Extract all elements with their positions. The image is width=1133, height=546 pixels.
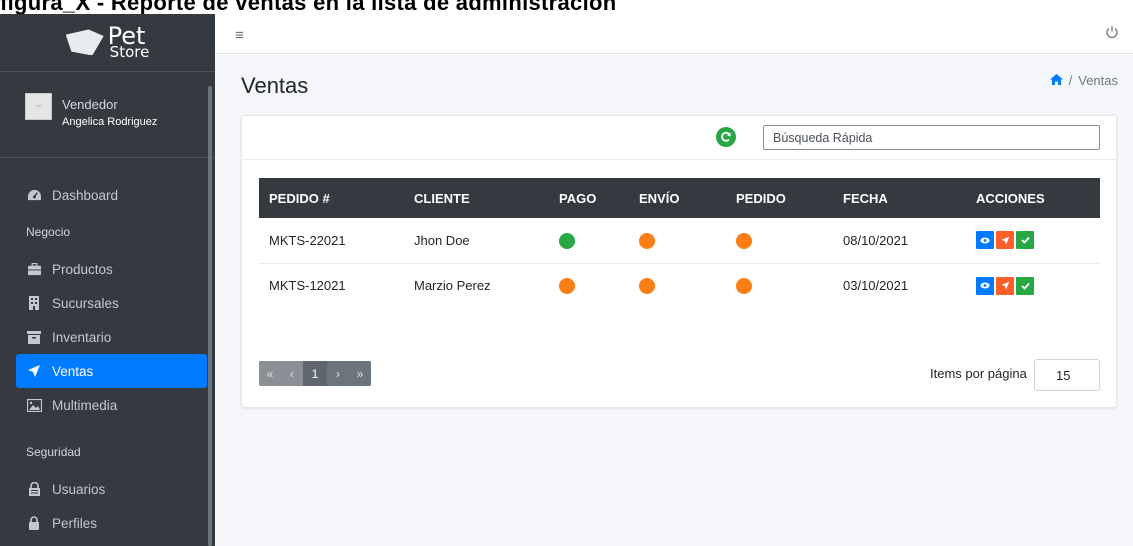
building-icon	[26, 296, 42, 310]
table-row[interactable]: MKTS-22021 Jhon Doe 08/10/2021	[259, 218, 1100, 264]
brand-line2: Store	[109, 43, 150, 62]
eye-icon	[980, 237, 990, 244]
column-header-cliente[interactable]: CLIENTE	[404, 178, 549, 218]
sidebar-item-label: Sucursales	[52, 295, 119, 311]
sidebar-item-label: Productos	[52, 261, 113, 277]
sales-card: PEDIDO # CLIENTE PAGO ENVÍO PEDIDO FECHA…	[241, 115, 1117, 408]
shipping-status-dot	[639, 232, 655, 249]
order-date: 08/10/2021	[833, 218, 966, 264]
column-header-pedido-num[interactable]: PEDIDO #	[259, 178, 404, 218]
approve-button[interactable]	[1016, 276, 1034, 295]
view-button[interactable]	[976, 231, 994, 250]
sidebar-nav: Dashboard Negocio Productos Sucursales I…	[0, 158, 215, 540]
ship-button[interactable]	[996, 231, 1014, 250]
user-panel: ▫▫ Vendedor Angelica Rodriguez	[0, 72, 215, 158]
user-name: Angelica Rodriguez	[62, 116, 158, 128]
current-page-button[interactable]: 1	[303, 361, 327, 386]
menu-toggle-icon[interactable]: ≡	[235, 27, 244, 44]
order-status-dot	[736, 232, 752, 249]
send-icon	[1001, 236, 1009, 245]
user-role[interactable]: Vendedor	[62, 97, 157, 112]
column-header-envio[interactable]: ENVÍO	[629, 178, 726, 218]
avatar[interactable]: ▫▫	[25, 93, 52, 120]
sidebar: Pet Store ▫▫ Vendedor Angelica Rodriguez…	[0, 14, 215, 546]
breadcrumb-current: Ventas	[1078, 73, 1118, 88]
client-name: Marzio Perez	[414, 278, 491, 294]
sidebar-item-label: Dashboard	[52, 187, 119, 203]
lock-icon	[26, 516, 42, 530]
refresh-icon[interactable]	[716, 127, 736, 147]
sidebar-item-label: Perfiles	[52, 515, 98, 531]
page-title: Ventas	[241, 73, 309, 98]
order-status-dot	[736, 278, 752, 295]
column-header-pedido[interactable]: PEDIDO	[726, 178, 833, 218]
column-header-acciones[interactable]: ACCIONES	[966, 178, 1100, 218]
items-per-page-label: Items por página	[930, 366, 1027, 381]
nav-header-seguridad: Seguridad	[26, 445, 81, 459]
column-header-fecha[interactable]: FECHA	[833, 178, 966, 218]
sidebar-item-label: Ventas	[52, 363, 94, 379]
order-number: MKTS-22021	[259, 218, 404, 264]
figure-caption: figura_X - Reporte de ventas en la lista…	[0, 0, 1133, 14]
figure-caption-text: figura_X - Reporte de ventas en la lista…	[0, 0, 617, 14]
order-date: 03/10/2021	[843, 278, 909, 294]
sales-table: PEDIDO # CLIENTE PAGO ENVÍO PEDIDO FECHA…	[259, 178, 1100, 308]
image-icon	[26, 398, 42, 412]
prev-page-button[interactable]: ‹	[281, 361, 303, 386]
eye-icon	[980, 282, 990, 289]
brand-logo[interactable]: Pet Store	[0, 14, 215, 72]
sidebar-item-label: Multimedia	[52, 397, 118, 413]
home-icon[interactable]	[1049, 73, 1063, 88]
main-content: Ventas / Ventas PEDIDO # CLIENTE PAGO EN…	[215, 55, 1133, 546]
view-button[interactable]	[976, 276, 994, 295]
items-per-page-input[interactable]: 15	[1034, 359, 1100, 391]
users-lock-icon	[26, 482, 42, 496]
topbar: ≡	[215, 14, 1133, 54]
sidebar-item-ventas[interactable]: Ventas	[16, 354, 207, 388]
sidebar-item-inventario[interactable]: Inventario	[16, 320, 207, 354]
first-page-button[interactable]: «	[259, 361, 281, 386]
card-header	[242, 116, 1116, 160]
breadcrumb: / Ventas	[1049, 73, 1118, 88]
payment-status-dot	[559, 232, 575, 249]
send-icon	[1001, 281, 1009, 290]
nav-header-negocio: Negocio	[26, 225, 71, 239]
sidebar-item-usuarios[interactable]: Usuarios	[16, 472, 207, 506]
sidebar-item-sucursales[interactable]: Sucursales	[16, 286, 207, 320]
order-number: MKTS-12021	[269, 278, 346, 294]
shipping-status-dot	[639, 278, 655, 295]
column-header-pago[interactable]: PAGO	[549, 178, 629, 218]
table-header-row: PEDIDO # CLIENTE PAGO ENVÍO PEDIDO FECHA…	[259, 178, 1100, 218]
send-icon	[26, 364, 42, 378]
last-page-button[interactable]: »	[349, 361, 371, 386]
sidebar-item-label: Inventario	[52, 329, 112, 345]
pagination: « ‹ 1 › »	[259, 361, 371, 386]
sidebar-item-perfiles[interactable]: Perfiles	[16, 506, 207, 540]
sidebar-item-productos[interactable]: Productos	[16, 252, 207, 286]
power-icon[interactable]	[1105, 25, 1119, 39]
check-icon	[1020, 237, 1030, 245]
archive-icon	[26, 330, 42, 344]
approve-button[interactable]	[1016, 231, 1034, 250]
check-icon	[1020, 282, 1030, 290]
next-page-button[interactable]: ›	[327, 361, 349, 386]
breadcrumb-separator: /	[1068, 73, 1073, 88]
dashboard-icon	[26, 188, 42, 202]
table-row[interactable]: MKTS-12021 Marzio Perez 03/10/2021	[259, 263, 1100, 308]
sidebar-item-multimedia[interactable]: Multimedia	[16, 388, 207, 422]
payment-status-dot	[559, 278, 575, 295]
sidebar-item-dashboard[interactable]: Dashboard	[16, 178, 207, 212]
sidebar-scrollbar[interactable]	[208, 86, 212, 546]
pet-logo-icon	[65, 29, 104, 56]
search-input[interactable]	[763, 125, 1100, 150]
briefcase-icon	[26, 262, 42, 276]
row-actions	[976, 276, 1034, 295]
ship-button[interactable]	[996, 276, 1014, 295]
row-actions	[976, 231, 1034, 250]
sidebar-item-label: Usuarios	[52, 481, 106, 497]
client-name: Jhon Doe	[404, 218, 549, 264]
